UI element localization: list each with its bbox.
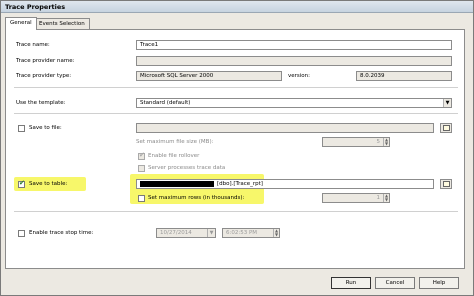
folder-icon (443, 125, 450, 131)
checkmark-icon: ✔ (139, 151, 145, 159)
save-to-table-label: Save to table: (29, 181, 68, 187)
separator (14, 113, 458, 114)
title-bar: Trace Properties (1, 1, 473, 13)
spinner-icon: ▲ ▼ (383, 137, 389, 146)
max-rows-value: 1 (376, 195, 381, 201)
file-rollover-checkbox: ✔ (138, 151, 145, 160)
template-label: Use the template: (16, 100, 66, 106)
separator (14, 211, 458, 212)
provider-name-label: Trace provider name: (16, 58, 75, 64)
max-rows-input: 1 ▲ ▼ (322, 193, 390, 203)
version-label: version: (288, 73, 310, 79)
help-button[interactable]: Help (419, 277, 459, 289)
cancel-button[interactable]: Cancel (375, 277, 415, 289)
provider-name-field (136, 56, 452, 66)
browse-table-button[interactable] (440, 179, 452, 189)
window-title: Trace Properties (5, 3, 66, 11)
save-to-file-label: Save to file: (29, 125, 62, 131)
chevron-down-icon: ▼ (207, 229, 215, 237)
save-to-file-input (136, 123, 434, 133)
save-to-table-checkbox[interactable]: ✔ (18, 179, 25, 188)
stop-time-value: 6:02:53 PM (226, 230, 258, 236)
stop-date-value: 10/27/2014 (160, 230, 192, 236)
checkmark-icon: ✔ (19, 179, 25, 187)
trace-name-input[interactable]: Trace1 (136, 40, 452, 50)
stop-time-label: Enable trace stop time: (29, 230, 94, 236)
run-button[interactable]: Run (331, 277, 371, 289)
redaction-bar (140, 181, 214, 187)
chevron-down-icon[interactable]: ▼ (443, 99, 451, 107)
server-processes-label: Server processes trace data (148, 165, 226, 171)
version-field: 8.0.2039 (356, 71, 452, 81)
separator (14, 87, 458, 88)
template-value: Standard (default) (140, 100, 191, 106)
max-rows-label: Set maximum rows (in thousands): (148, 195, 245, 201)
provider-type-field: Microsoft SQL Server 2000 (136, 71, 282, 81)
server-processes-checkbox (138, 165, 145, 172)
template-select[interactable]: Standard (default) ▼ (136, 98, 452, 108)
stop-date-picker: 10/27/2014 ▼ (156, 228, 216, 238)
table-icon (443, 181, 450, 187)
max-file-size-value: 5 (376, 139, 381, 145)
tab-general[interactable]: General (5, 17, 37, 30)
tab-events-selection[interactable]: Events Selection (34, 18, 90, 29)
stop-time-picker: 6:02:53 PM ▲ ▼ (222, 228, 280, 238)
save-to-file-checkbox[interactable] (18, 125, 25, 132)
trace-name-label: Trace name: (16, 42, 50, 48)
browse-file-button (440, 123, 452, 133)
spinner-icon: ▲ ▼ (273, 228, 279, 237)
table-name-input[interactable]: [dbo].[Trace_rpt] (136, 179, 434, 189)
file-rollover-label: Enable file rollover (148, 153, 200, 159)
max-file-size-label: Set maximum file size (MB): (136, 139, 214, 145)
provider-type-label: Trace provider type: (16, 73, 72, 79)
max-file-size-input: 5 ▲ ▼ (322, 137, 390, 147)
trace-properties-window: Trace Properties General Events Selectio… (0, 0, 474, 296)
general-panel: Trace name: Trace1 Trace provider name: … (5, 29, 465, 269)
table-name-value: [dbo].[Trace_rpt] (217, 181, 263, 187)
max-rows-checkbox[interactable] (138, 195, 145, 202)
stop-time-checkbox[interactable] (18, 230, 25, 237)
spinner-icon: ▲ ▼ (383, 193, 389, 202)
